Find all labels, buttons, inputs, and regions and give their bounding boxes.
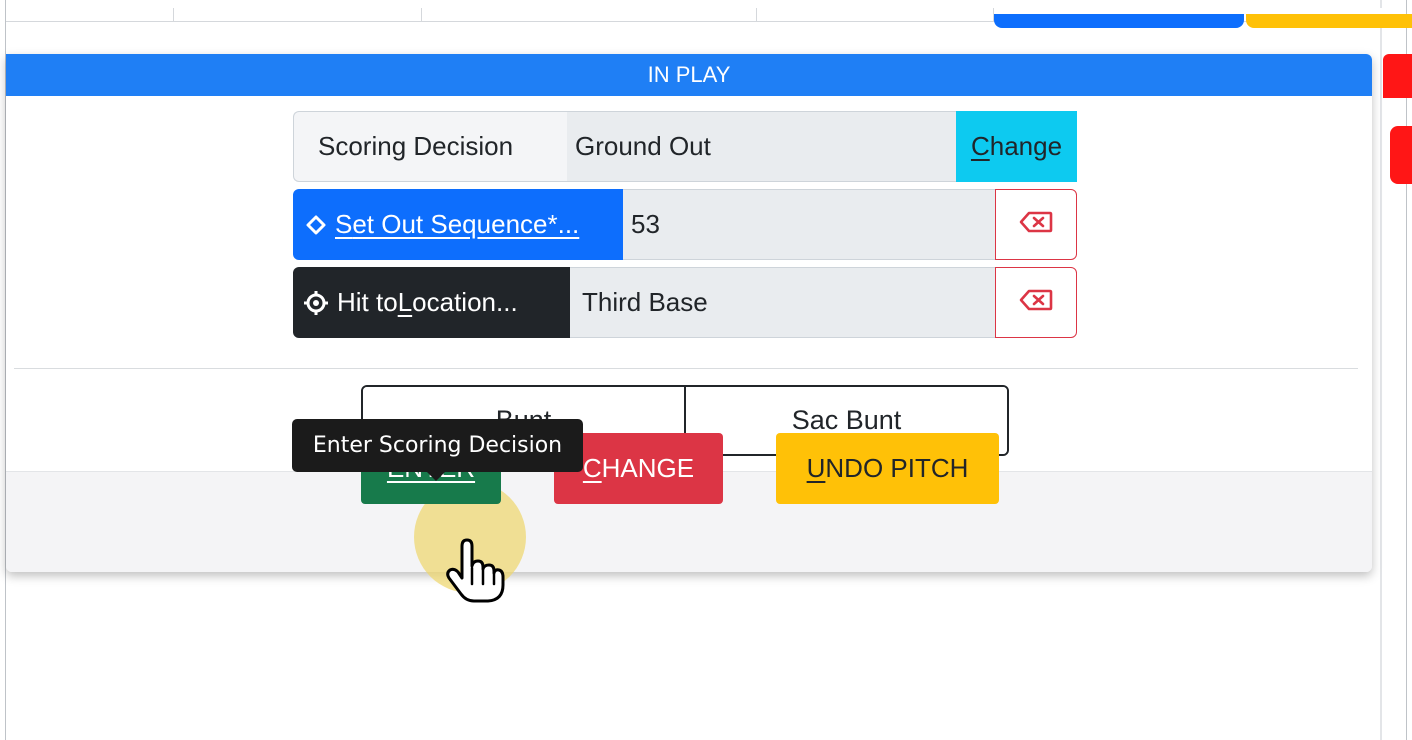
- change-label-rest: HANGE: [601, 453, 695, 483]
- top-tab-blue[interactable]: [994, 14, 1244, 28]
- top-tab-1[interactable]: [6, 8, 174, 22]
- top-tab-3[interactable]: [422, 8, 757, 22]
- undo-label-rest: NDO PITCH: [825, 453, 969, 483]
- clear-hit-location-button[interactable]: [995, 267, 1077, 338]
- set-out-sequence-button[interactable]: Set Out Sequence*...: [293, 189, 623, 260]
- section-divider: [14, 368, 1358, 369]
- side-red-button-1[interactable]: [1383, 54, 1412, 98]
- change-scoring-button[interactable]: Change: [956, 111, 1077, 182]
- hand-pointer-icon: [444, 538, 506, 609]
- hit-location-label-rest: ocation...: [412, 287, 518, 317]
- scoring-decision-label: Scoring Decision: [293, 111, 567, 182]
- top-tab-yellow[interactable]: [1246, 14, 1412, 28]
- diamond-icon: [305, 214, 327, 236]
- backspace-icon: [1019, 209, 1053, 240]
- undo-pitch-button[interactable]: U NDO PITCH: [776, 433, 999, 504]
- undo-hotkey: U: [806, 453, 826, 483]
- top-tab-4[interactable]: [757, 8, 994, 22]
- set-sequence-label-rest: et Out Sequence*...: [352, 209, 580, 239]
- change-hotkey: C: [970, 131, 990, 161]
- top-tab-2[interactable]: [174, 8, 422, 22]
- crosshair-icon: [303, 290, 329, 316]
- set-sequence-hotkey: S: [335, 209, 353, 239]
- tooltip-arrow: [426, 471, 446, 481]
- hit-to-location-button[interactable]: Hit to Location...: [293, 267, 570, 338]
- hit-location-row: Hit to Location... Third Base: [293, 267, 1077, 338]
- change-label-rest: hange: [989, 131, 1063, 161]
- hit-location-value: Third Base: [570, 267, 995, 338]
- enter-tooltip: Enter Scoring Decision: [292, 419, 583, 472]
- hit-location-label-prefix: Hit to: [337, 287, 398, 317]
- change-hotkey: C: [582, 453, 602, 483]
- backspace-icon: [1019, 287, 1053, 318]
- out-sequence-value: 53: [623, 189, 995, 260]
- out-sequence-row: Set Out Sequence*... 53: [293, 189, 1077, 260]
- scoring-decision-row: Scoring Decision Ground Out Change: [293, 111, 1077, 182]
- clear-out-sequence-button[interactable]: [995, 189, 1077, 260]
- modal-title: IN PLAY: [6, 54, 1372, 96]
- top-tab-strip: [6, 8, 1412, 28]
- scoring-decision-value: Ground Out: [567, 111, 956, 182]
- hit-location-hotkey: L: [397, 287, 413, 317]
- side-red-button-2[interactable]: [1390, 126, 1412, 184]
- scroll-gutter: [1380, 0, 1382, 740]
